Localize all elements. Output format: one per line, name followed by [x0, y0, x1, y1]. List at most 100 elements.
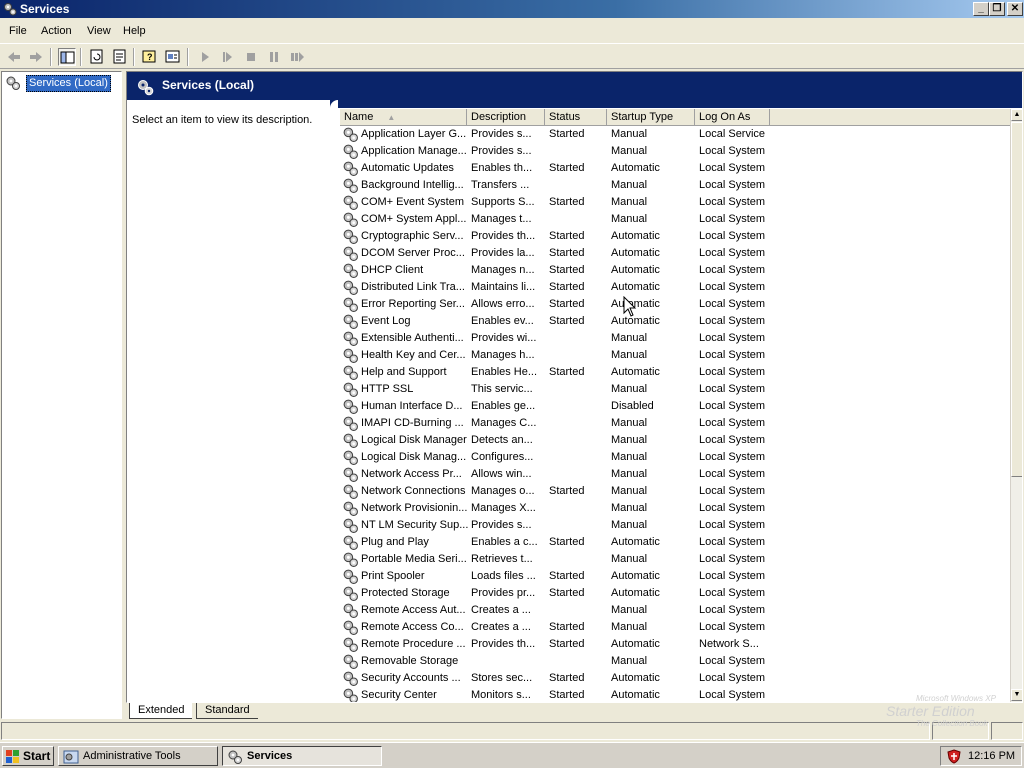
- column-header-startup-type[interactable]: Startup Type: [607, 109, 695, 126]
- cell-log-on-as: Local Service: [699, 128, 766, 140]
- cell-startup-type: Automatic: [611, 366, 660, 378]
- restart-service-icon[interactable]: [288, 48, 306, 66]
- table-row[interactable]: Background Intellig... Transfers ... Manua…: [340, 177, 1010, 194]
- sort-ascending-icon: ▲: [387, 113, 396, 122]
- table-row[interactable]: Error Reporting Ser... Allows erro... Star…: [340, 296, 1010, 313]
- column-header-status[interactable]: Status: [545, 109, 607, 126]
- clock[interactable]: 12:16 PM: [968, 750, 1015, 762]
- services-list[interactable]: Name ▲ Description Status Startup Type Lo…: [340, 109, 1022, 702]
- security-shield-icon[interactable]: [947, 749, 961, 764]
- scroll-down-arrow-icon[interactable]: ▼: [1011, 689, 1022, 701]
- back-arrow-icon[interactable]: [5, 48, 23, 66]
- scrollbar-thumb[interactable]: [1011, 122, 1022, 477]
- menu-view[interactable]: View: [87, 25, 111, 37]
- service-gear-icon: [343, 229, 358, 244]
- table-row[interactable]: Application Layer G... Provides s... Start…: [340, 126, 1010, 143]
- table-row[interactable]: Remote Access Aut... Creates a ... Manual L…: [340, 602, 1010, 619]
- minimize-button[interactable]: _: [973, 2, 989, 16]
- show-hide-tree-icon[interactable]: [58, 48, 76, 66]
- taskbar-item-services[interactable]: Services: [222, 746, 382, 766]
- table-row[interactable]: DHCP Client Manages n... Started Automatic L…: [340, 262, 1010, 279]
- restore-button[interactable]: ❐: [989, 2, 1005, 16]
- refresh-icon[interactable]: [88, 48, 106, 66]
- table-row[interactable]: COM+ Event System Supports S... Started Man…: [340, 194, 1010, 211]
- cell-startup-type: Automatic: [611, 536, 660, 548]
- scroll-up-arrow-icon[interactable]: ▲: [1011, 109, 1022, 121]
- table-row[interactable]: Help and Support Enables He... Started Auto…: [340, 364, 1010, 381]
- table-row[interactable]: Automatic Updates Enables th... Started Aut…: [340, 160, 1010, 177]
- properties-icon[interactable]: [164, 48, 182, 66]
- menu-file[interactable]: File: [9, 25, 27, 37]
- menu-action[interactable]: Action: [41, 25, 72, 37]
- cell-name: Security Accounts ...: [361, 672, 461, 684]
- table-row[interactable]: Logical Disk Manag... Configures... Manual…: [340, 449, 1010, 466]
- table-row[interactable]: DCOM Server Proc... Provides la... Started…: [340, 245, 1010, 262]
- cell-description: Manages o...: [471, 485, 535, 497]
- table-row[interactable]: COM+ System Appl... Manages t... Manual Loc…: [340, 211, 1010, 228]
- table-row[interactable]: IMAPI CD-Burning ... Manages C... Manual Lo…: [340, 415, 1010, 432]
- cell-name: Remote Procedure ...: [361, 638, 466, 650]
- cell-log-on-as: Local System: [699, 417, 766, 429]
- table-row[interactable]: Application Manage... Provides s... Manual…: [340, 143, 1010, 160]
- cell-log-on-as: Local System: [699, 230, 766, 242]
- close-button[interactable]: ✕: [1007, 2, 1023, 16]
- table-row[interactable]: Event Log Enables ev... Started Automatic Lo…: [340, 313, 1010, 330]
- cell-description: Stores sec...: [471, 672, 533, 684]
- table-row[interactable]: Portable Media Seri... Retrieves t... Manu…: [340, 551, 1010, 568]
- vertical-scrollbar[interactable]: ▲ ▼: [1010, 109, 1022, 702]
- table-row[interactable]: Print Spooler Loads files ... Started Autom…: [340, 568, 1010, 585]
- cell-name: Application Manage...: [361, 145, 467, 157]
- table-row[interactable]: Distributed Link Tra... Maintains li... St…: [340, 279, 1010, 296]
- table-row[interactable]: Removable Storage Manual Local System: [340, 653, 1010, 670]
- menu-help[interactable]: Help: [123, 25, 146, 37]
- table-row[interactable]: Remote Access Co... Creates a ... Started M…: [340, 619, 1010, 636]
- table-row[interactable]: Cryptographic Serv... Provides th... Start…: [340, 228, 1010, 245]
- cell-name: Network Provisionin...: [361, 502, 468, 514]
- start-button[interactable]: Start: [2, 746, 54, 766]
- table-row[interactable]: HTTP SSL This servic... Manual Local System: [340, 381, 1010, 398]
- stop-service-icon[interactable]: [242, 48, 260, 66]
- cell-log-on-as: Local System: [699, 366, 766, 378]
- help-icon[interactable]: ?: [141, 48, 159, 66]
- cell-startup-type: Manual: [611, 468, 648, 480]
- table-row[interactable]: Network Connections Manages o... Started Ma…: [340, 483, 1010, 500]
- table-row[interactable]: Health Key and Cer... Manages h... Manual L…: [340, 347, 1010, 364]
- column-header-log-on-as[interactable]: Log On As: [695, 109, 770, 126]
- pause-service-icon[interactable]: [265, 48, 283, 66]
- column-header-filler: [770, 109, 1010, 126]
- table-row[interactable]: Human Interface D... Enables ge... Disable…: [340, 398, 1010, 415]
- table-row[interactable]: NT LM Security Sup... Provides s... Manual…: [340, 517, 1010, 534]
- cell-startup-type: Manual: [611, 128, 648, 140]
- cell-log-on-as: Local System: [699, 247, 766, 259]
- cell-log-on-as: Local System: [699, 604, 766, 616]
- table-row[interactable]: Logical Disk Manager Detects an... Manual L…: [340, 432, 1010, 449]
- cell-log-on-as: Local System: [699, 655, 766, 667]
- table-row[interactable]: Protected Storage Provides pr... Started Au…: [340, 585, 1010, 602]
- tab-standard[interactable]: Standard: [196, 703, 258, 719]
- export-list-icon[interactable]: [111, 48, 129, 66]
- resume-service-icon[interactable]: [219, 48, 237, 66]
- services-gear-icon: [138, 80, 154, 96]
- table-row[interactable]: Network Provisionin... Manages X... Manual…: [340, 500, 1010, 517]
- table-row[interactable]: Security Accounts ... Stores sec... Starte…: [340, 670, 1010, 687]
- toolbar-separator: [80, 48, 82, 66]
- taskbar-item-administrative-tools[interactable]: Administrative Tools: [58, 746, 218, 766]
- cell-status: Started: [549, 247, 585, 259]
- cell-description: Enables th...: [471, 162, 533, 174]
- column-header-name[interactable]: Name ▲: [340, 109, 467, 126]
- forward-arrow-icon[interactable]: [27, 48, 45, 66]
- table-row[interactable]: Network Access Pr... Allows win... Manual L…: [340, 466, 1010, 483]
- start-service-icon[interactable]: [196, 48, 214, 66]
- table-row[interactable]: Extensible Authenti... Provides wi... Manu…: [340, 330, 1010, 347]
- column-header-description[interactable]: Description: [467, 109, 545, 126]
- table-row[interactable]: Remote Procedure ... Provides th... Starte…: [340, 636, 1010, 653]
- cell-name: HTTP SSL: [361, 383, 414, 395]
- cell-description: Enables He...: [471, 366, 538, 378]
- service-gear-icon: [343, 263, 358, 278]
- table-row[interactable]: Plug and Play Enables a c... Started Automa…: [340, 534, 1010, 551]
- svg-text:?: ?: [147, 52, 153, 62]
- menu-bar: File Action View Help: [0, 21, 1024, 41]
- cell-startup-type: Automatic: [611, 570, 660, 582]
- tab-extended[interactable]: Extended: [129, 703, 193, 719]
- cell-status: Started: [549, 672, 585, 684]
